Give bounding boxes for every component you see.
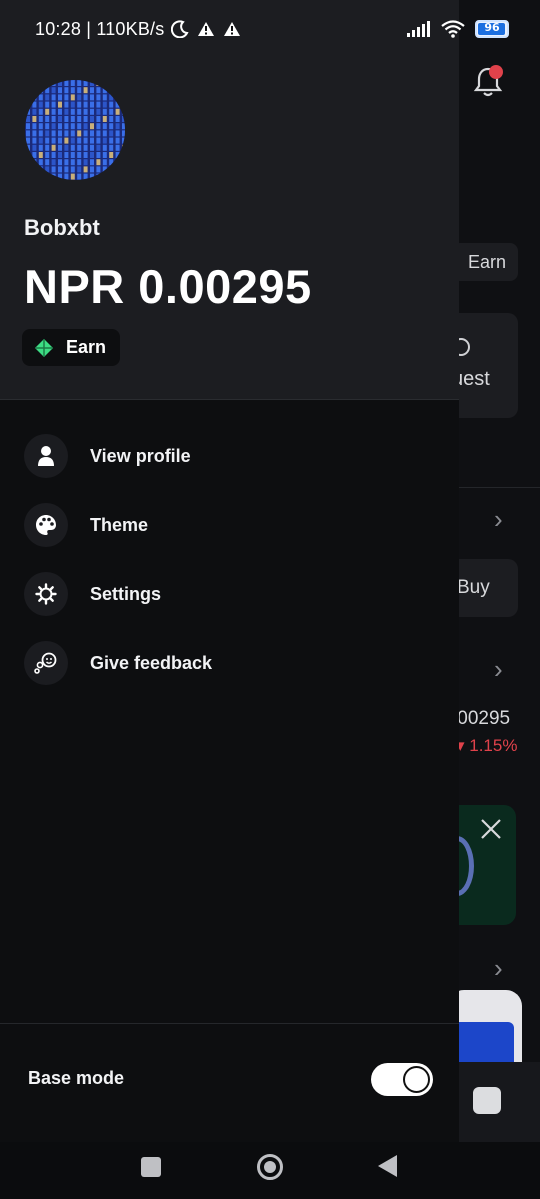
status-icons-left <box>171 20 241 38</box>
menu-item-label: Give feedback <box>90 652 213 673</box>
side-drawer: Bobxbt NPR 0.00295 Earn View profile The… <box>0 0 459 1142</box>
balance: NPR 0.00295 <box>24 260 312 313</box>
menu-item-view-profile[interactable]: View profile <box>24 433 191 479</box>
feedback-icon <box>24 641 68 685</box>
earn-diamond-icon <box>35 338 53 357</box>
notification-bell-icon[interactable] <box>470 64 506 100</box>
menu-item-label: Settings <box>90 583 162 604</box>
wallet-icon[interactable] <box>473 1087 501 1114</box>
gear-icon <box>24 572 68 616</box>
menu-item-give-feedback[interactable]: Give feedback <box>24 640 212 686</box>
moon-icon <box>171 20 189 38</box>
recents-button[interactable] <box>141 1157 161 1177</box>
earn-label: Earn <box>66 337 107 357</box>
username: Bobxbt <box>24 215 100 240</box>
status-bar: 10:28 | 110KB/s 96 <box>0 0 540 60</box>
person-icon <box>24 434 68 478</box>
palette-icon <box>24 503 68 547</box>
base-mode-label: Base mode <box>28 1068 125 1088</box>
avatar[interactable] <box>25 80 125 180</box>
signal-icon <box>407 21 430 37</box>
warning-icon <box>198 22 214 36</box>
home-dot <box>264 1161 276 1173</box>
system-nav-bar <box>0 1142 540 1199</box>
menu-item-label: Theme <box>90 514 149 535</box>
bg-divider <box>459 487 540 488</box>
menu-item-theme[interactable]: Theme <box>24 502 148 548</box>
base-mode-toggle[interactable] <box>371 1063 433 1096</box>
bg-chevron-right-icon[interactable]: › <box>494 656 512 682</box>
earn-button[interactable]: Earn <box>22 329 121 366</box>
status-icons-right: 96 <box>407 20 509 38</box>
avatar-image <box>25 80 125 180</box>
close-icon[interactable] <box>480 818 502 840</box>
battery-icon: 96 <box>475 20 509 38</box>
bg-chevron-right-icon[interactable]: › <box>494 506 512 532</box>
warning-icon <box>224 22 240 36</box>
status-time: 10:28 | 110KB/s <box>35 19 165 39</box>
drawer-header: Bobxbt NPR 0.00295 Earn <box>0 0 459 400</box>
bg-price: .00295 <box>452 708 511 729</box>
back-button[interactable] <box>378 1155 397 1177</box>
home-button[interactable] <box>257 1154 283 1180</box>
toggle-knob <box>403 1066 430 1093</box>
divider <box>0 1023 459 1024</box>
battery-percent: 96 <box>484 21 500 34</box>
bg-price-change: ▾ 1.15% <box>456 736 518 755</box>
bg-chevron-right-icon[interactable]: › <box>494 955 512 981</box>
menu-item-label: View profile <box>90 445 191 466</box>
bg-earn-button[interactable]: Earn <box>452 243 518 281</box>
menu-item-settings[interactable]: Settings <box>24 571 161 617</box>
wifi-icon <box>441 20 465 38</box>
